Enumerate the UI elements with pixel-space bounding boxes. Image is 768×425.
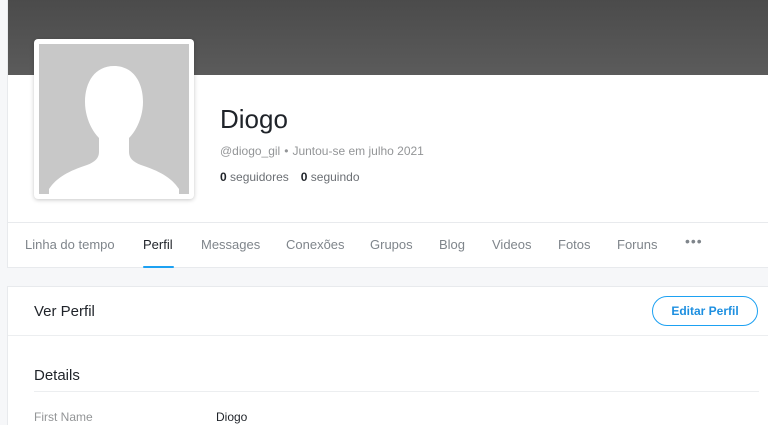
profile-tabs: Linha do tempo Perfil Messages Conexões …: [8, 223, 768, 268]
tab-conexoes[interactable]: Conexões: [286, 237, 345, 253]
profile-handle: @diogo_gil: [220, 144, 281, 158]
details-card-title: Ver Perfil: [34, 303, 95, 320]
default-user-silhouette-icon: [39, 44, 189, 194]
details-section-title: Details: [34, 367, 80, 384]
avatar[interactable]: [34, 39, 194, 199]
card-divider: [8, 335, 768, 336]
profile-joined-date: Juntou-se em julho 2021: [292, 144, 424, 158]
section-divider: [34, 391, 759, 392]
profile-name: Diogo: [220, 104, 288, 134]
tab-linha-do-tempo[interactable]: Linha do tempo: [25, 237, 115, 253]
followers-link[interactable]: 0 seguidores: [220, 170, 289, 184]
followers-count: 0: [220, 170, 227, 184]
tab-perfil[interactable]: Perfil: [143, 237, 173, 253]
following-count: 0: [300, 170, 308, 184]
more-dots-icon[interactable]: •••: [685, 233, 703, 249]
tab-fotos[interactable]: Fotos: [558, 237, 591, 253]
meta-separator: •: [284, 144, 289, 158]
tab-foruns[interactable]: Foruns: [617, 237, 657, 253]
tab-messages[interactable]: Messages: [201, 237, 260, 253]
follow-stats: 0 seguidores 0 seguindo: [220, 169, 360, 185]
followers-label: seguidores: [230, 170, 289, 184]
tab-blog[interactable]: Blog: [439, 237, 465, 253]
profile-meta: @diogo_gil • Juntou-se em julho 2021: [220, 143, 424, 159]
field-label-first-name: First Name: [34, 410, 93, 424]
profile-header-card: Diogo @diogo_gil • Juntou-se em julho 2021…: [7, 0, 768, 268]
following-link[interactable]: 0 seguindo: [301, 170, 360, 184]
profile-details-card: Ver Perfil Editar Perfil Details First N…: [7, 286, 768, 425]
following-label: seguindo: [310, 170, 360, 184]
tab-grupos[interactable]: Grupos: [370, 237, 413, 253]
tab-videos[interactable]: Videos: [492, 237, 532, 253]
field-value-first-name: Diogo: [216, 410, 248, 424]
active-tab-indicator: [143, 266, 174, 268]
edit-profile-button[interactable]: Editar Perfil: [652, 296, 758, 326]
